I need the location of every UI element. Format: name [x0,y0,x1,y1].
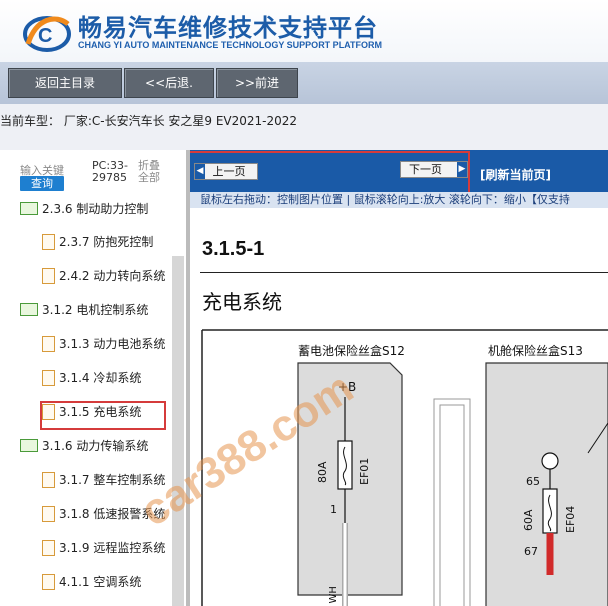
section-title: 充电系统 [202,290,282,314]
sidebar-tree: 输入关键 查询 PC:33-29785 折叠全部 2.3.6 制动助力控制 2.… [0,150,186,606]
folder-icon [20,303,38,316]
tree-item[interactable]: 2.3.6 制动助力控制 [20,200,148,218]
pager-highlight [190,151,470,195]
tree-item-label: 3.1.3 动力电池系统 [59,337,166,351]
nav-bar: 返回主目录 <<后退. >>前进 [0,62,608,104]
fuse2-name: EF04 [564,506,577,533]
changyi-logo-icon: C [23,16,71,52]
sidebar-search: 输入关键 查询 PC:33-29785 折叠全部 [0,150,186,196]
collapse-all-link[interactable]: 折叠全部 [138,160,166,184]
page-icon [42,573,55,590]
tree-item[interactable]: 3.1.8 低速报警系统 [42,505,165,523]
wire-label: 0 WH [328,586,339,606]
tree-item[interactable]: 3.1.2 电机控制系统 [20,301,148,319]
back-button[interactable]: <<后退. [124,68,214,98]
fuse2-rating: 60A [522,509,535,531]
tree-item[interactable]: 2.3.7 防抱死控制 [42,233,153,251]
tree-item-label: 3.1.6 动力传输系统 [42,439,149,453]
pc-counter: PC:33-29785 [92,159,128,184]
folder-icon [20,202,38,215]
tree-item-label: 2.3.7 防抱死控制 [59,235,154,249]
page-icon [42,233,55,250]
tree-item[interactable]: 2.4.2 动力转向系统 [42,267,165,285]
tree-item[interactable]: 3.1.6 动力传输系统 [20,437,148,455]
current-vehicle: 当前车型： 厂家:C-长安汽车长 安之星9 EV2021-2022 [0,114,298,128]
tree-item-label: 3.1.7 整车控制系统 [59,473,166,487]
wiring-diagram: 蓄电池保险丝盒S12 机舱保险丝盒S13 +B 80A EF01 1 0 WH … [201,329,608,606]
page-icon [42,335,55,352]
vehicle-info-bar: 当前车型： 厂家:C-长安汽车长 安之星9 EV2021-2022 [0,104,608,150]
page-icon [42,369,55,386]
svg-text:C: C [38,25,52,47]
plus-b-label: +B [338,380,356,394]
fuse1-name: EF01 [358,458,371,485]
platform-title: 畅易汽车维修技术支持平台 [78,14,378,42]
fuse2-pin-bottom: 67 [524,545,538,558]
tree-item-label: 3.1.4 冷却系统 [59,371,142,385]
zoom-hint: 鼠标左右拖动：控制图片位置 | 鼠标滚轮向上:放大 滚轮向下：缩小【仅支持 [190,192,608,208]
tree-item[interactable]: 3.1.3 动力电池系统 [42,335,165,353]
platform-subtitle: CHANG YI AUTO MAINTENANCE TECHNOLOGY SUP… [78,40,383,50]
tree-item-label: 2.4.2 动力转向系统 [59,269,166,283]
folder-icon [20,439,38,452]
tree-item-label: 3.1.2 电机控制系统 [42,303,149,317]
fuse2-pin-top: 65 [526,475,540,488]
document-page[interactable]: 3.1.5-1 充电系统 蓄电池保险丝盒S12 机舱保险丝盒S13 +B 80A… [190,208,608,606]
tree-item-label: 3.1.8 低速报警系统 [59,507,166,521]
fuse-box-s12-title: 蓄电池保险丝盒S12 [298,343,405,358]
tree-item-label: 2.3.6 制动助力控制 [42,202,149,216]
page-icon [42,539,55,556]
tree-item-label: 3.1.9 远程监控系统 [59,541,166,555]
page-icon [42,267,55,284]
document-viewer: ◀ 上一页 下一页 ▶ [刷新当前页] 鼠标左右拖动：控制图片位置 | 鼠标滚轮… [190,150,608,606]
sidebar-scrollbar[interactable] [172,256,184,606]
forward-button[interactable]: >>前进 [216,68,298,98]
page-icon [42,471,55,488]
fuse-box-s13-title: 机舱保险丝盒S13 [488,343,583,358]
section-number: 3.1.5-1 [202,238,265,260]
tree-item[interactable]: 3.1.7 整车控制系统 [42,471,165,489]
app-header: C 畅易汽车维修技术支持平台 CHANG YI AUTO MAINTENANCE… [0,0,608,62]
search-button[interactable]: 查询 [20,176,64,191]
scrollbar-thumb[interactable] [172,256,184,606]
refresh-page-link[interactable]: [刷新当前页] [480,166,551,183]
header-rule [200,272,608,273]
fuse1-pin: 1 [330,503,337,516]
tree-item[interactable]: 4.1.1 空调系统 [42,573,141,591]
tree-item[interactable]: 3.1.4 冷却系统 [42,369,141,387]
tree-item-label: 4.1.1 空调系统 [59,575,142,589]
page-icon [42,505,55,522]
selection-highlight [40,401,166,430]
fuse1-rating: 80A [316,461,329,483]
tree-item[interactable]: 3.1.9 远程监控系统 [42,539,165,557]
home-button[interactable]: 返回主目录 [8,68,122,98]
page-toolbar: ◀ 上一页 下一页 ▶ [刷新当前页] [190,150,608,195]
